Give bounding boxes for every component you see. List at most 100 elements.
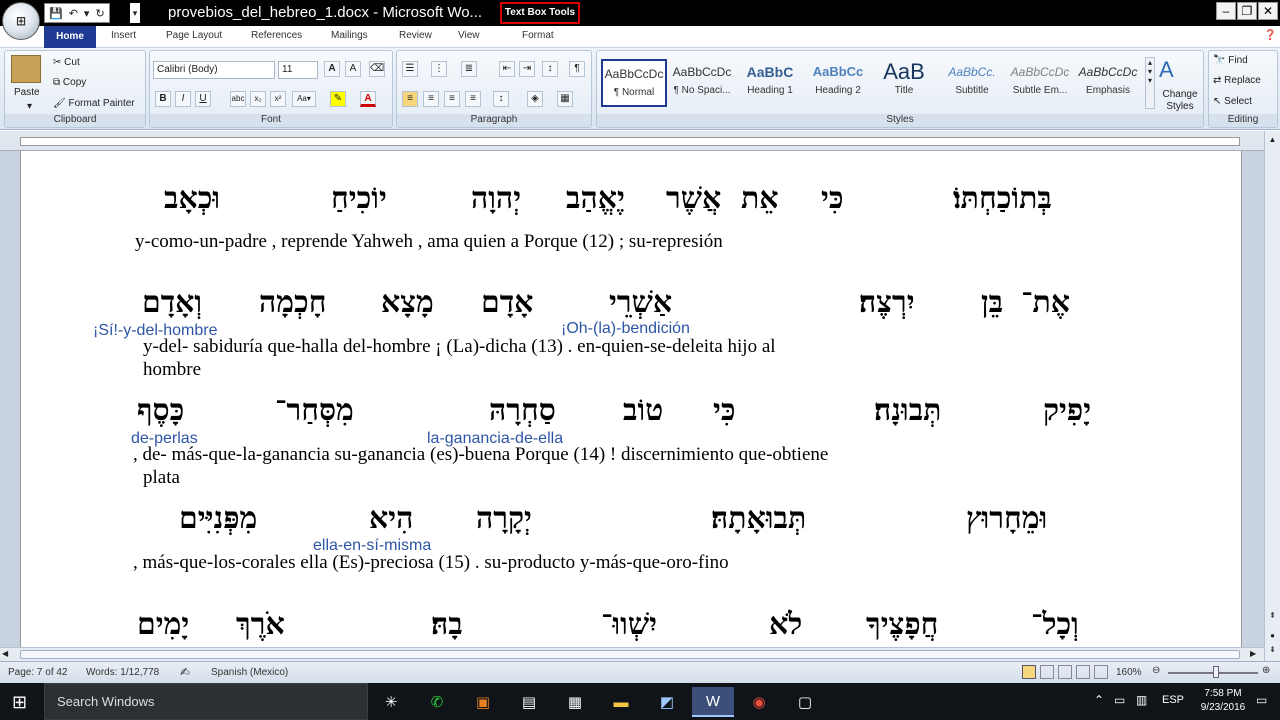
shrink-font-icon[interactable]: A [345,61,361,77]
restore-button[interactable]: ❐ [1237,2,1257,20]
tab-format[interactable]: Format [522,30,554,41]
tab-references[interactable]: References [251,30,302,41]
font-name-select[interactable]: Calibri (Body) [153,61,275,79]
font-size-select[interactable]: 11 [278,61,318,79]
windows-start-icon[interactable]: ⊞ [12,692,27,713]
zoom-out-icon[interactable]: ⊖ [1152,665,1160,676]
highlight-icon[interactable]: ✎ [330,91,346,107]
whatsapp-icon[interactable]: ✆ [416,687,458,717]
paste-dropdown-icon[interactable]: ▾ [27,101,32,112]
page-count[interactable]: Page: 7 of 42 [8,667,68,678]
close-button[interactable]: ✕ [1258,2,1278,20]
grow-font-icon[interactable]: A [324,61,340,77]
tab-mailings[interactable]: Mailings [331,30,368,41]
undo-dropdown-icon[interactable]: ▾ [84,7,90,20]
scroll-left-icon[interactable]: ◀ [2,649,8,658]
web-layout-icon[interactable] [1058,665,1072,679]
clear-format-icon[interactable]: ⌫ [369,61,385,77]
tab-page-layout[interactable]: Page Layout [166,30,222,41]
decrease-indent-icon[interactable]: ⇤ [499,61,515,77]
language-tray[interactable]: ESP [1162,694,1184,706]
file-explorer-icon[interactable]: ▬ [600,687,642,717]
paste-button[interactable]: Paste [14,87,40,98]
redo-icon[interactable]: ↻ [95,7,104,20]
find-button[interactable]: 🔭 Find [1213,55,1248,66]
align-center-icon[interactable]: ≡ [423,91,439,107]
style-title[interactable]: AaB Title [871,59,937,107]
draft-icon[interactable] [1094,665,1108,679]
zoom-level[interactable]: 160% [1116,667,1142,678]
app-icon[interactable]: ✳ [370,687,412,717]
underline-icon[interactable]: U [195,91,211,107]
format-painter-button[interactable]: 🖌 Format Painter [53,98,135,109]
strikethrough-icon[interactable]: abc [230,91,246,107]
app-icon[interactable]: ▤ [508,687,550,717]
next-page-icon[interactable]: ⇟ [1267,645,1278,657]
superscript-icon[interactable]: x² [270,91,286,107]
bullets-icon[interactable]: ☰ [402,61,418,77]
help-icon[interactable]: ❓ [1264,30,1276,41]
taskbar-search[interactable]: Search Windows [44,683,368,720]
change-case-icon[interactable]: Aa▾ [292,91,316,107]
office-button[interactable]: ⊞ [2,2,40,40]
tab-view[interactable]: View [458,30,480,41]
change-styles-icon[interactable]: A [1159,57,1174,83]
horizontal-scrollbar[interactable]: ◀ ▶ [0,647,1264,661]
bold-icon[interactable]: B [155,91,171,107]
tray-app-icon[interactable]: ▭ [1114,693,1125,707]
minimize-button[interactable]: – [1216,2,1236,20]
horizontal-ruler[interactable] [0,131,1280,151]
word-count[interactable]: Words: 1/12,778 [86,667,159,678]
notifications-icon[interactable]: ▭ [1256,693,1267,707]
scroll-up-icon[interactable]: ▲ [1267,135,1278,145]
word-taskbar-icon[interactable]: W [692,687,734,717]
align-right-icon[interactable]: ≡ [444,91,460,107]
style-heading-2[interactable]: AaBbCc Heading 2 [805,59,871,107]
line-spacing-icon[interactable]: ↕ [493,91,509,107]
style-no-spacing[interactable]: AaBbCcDc ¶ No Spaci... [669,59,735,107]
document-page[interactable]: בְּתוֹכַחְתּוֹ׃ כִּי אֵת אֲשֶׁר יֶאֱהַב … [20,151,1242,647]
app-icon[interactable]: ▢ [784,687,826,717]
paste-icon[interactable] [11,55,41,83]
borders-icon[interactable]: ▦ [557,91,573,107]
tab-home[interactable]: Home [44,26,96,48]
prev-page-icon[interactable]: ⇞ [1267,611,1278,629]
clock[interactable]: 7:58 PM 9/23/2016 [1196,687,1250,715]
align-left-icon[interactable]: ≡ [402,91,418,107]
print-layout-icon[interactable] [1022,665,1036,679]
calculator-icon[interactable]: ▦ [554,687,596,717]
tab-insert[interactable]: Insert [111,30,136,41]
proofing-icon[interactable]: ✍ [180,665,190,679]
tray-expand-icon[interactable]: ⌃ [1094,693,1104,707]
zoom-in-icon[interactable]: ⊕ [1262,665,1270,676]
undo-icon[interactable]: ↶ [69,7,78,20]
multilevel-list-icon[interactable]: ≣ [461,61,477,77]
language-indicator[interactable]: Spanish (Mexico) [211,667,288,678]
subscript-icon[interactable]: x₂ [250,91,266,107]
cut-button[interactable]: ✂ Cut [53,57,80,68]
vertical-scrollbar[interactable]: ▲ ⇞ ● ⇟ [1264,131,1280,661]
numbering-icon[interactable]: ⋮ [431,61,447,77]
font-color-icon[interactable]: A [360,91,376,107]
replace-button[interactable]: ⇄ Replace [1213,75,1261,86]
browse-object-icon[interactable]: ● [1267,631,1278,643]
styles-scroll-icon[interactable]: ▴ ▾ ▾ [1145,57,1155,109]
change-styles-button[interactable]: Change Styles [1157,89,1203,113]
style-subtle-emphasis[interactable]: AaBbCcDc Subtle Em... [1007,59,1073,107]
shading-icon[interactable]: ◈ [527,91,543,107]
sort-icon[interactable]: ↕ [542,61,558,77]
chrome-icon[interactable]: ◉ [738,687,780,717]
copy-button[interactable]: ⧉ Copy [53,77,86,88]
powerpoint-icon[interactable]: ▣ [462,687,504,717]
save-icon[interactable]: 💾 [49,7,63,20]
network-icon[interactable]: ▥ [1136,693,1147,707]
zoom-slider-thumb[interactable] [1213,666,1219,678]
justify-icon[interactable]: ≡ [465,91,481,107]
horizontal-scroll-thumb[interactable] [20,650,1240,659]
style-emphasis[interactable]: AaBbCcDc Emphasis [1075,59,1141,107]
show-marks-icon[interactable]: ¶ [569,61,585,77]
outline-icon[interactable] [1076,665,1090,679]
select-button[interactable]: ↖ Select [1213,96,1252,107]
customize-qat-icon[interactable]: ▾ [130,3,140,23]
full-screen-icon[interactable] [1040,665,1054,679]
